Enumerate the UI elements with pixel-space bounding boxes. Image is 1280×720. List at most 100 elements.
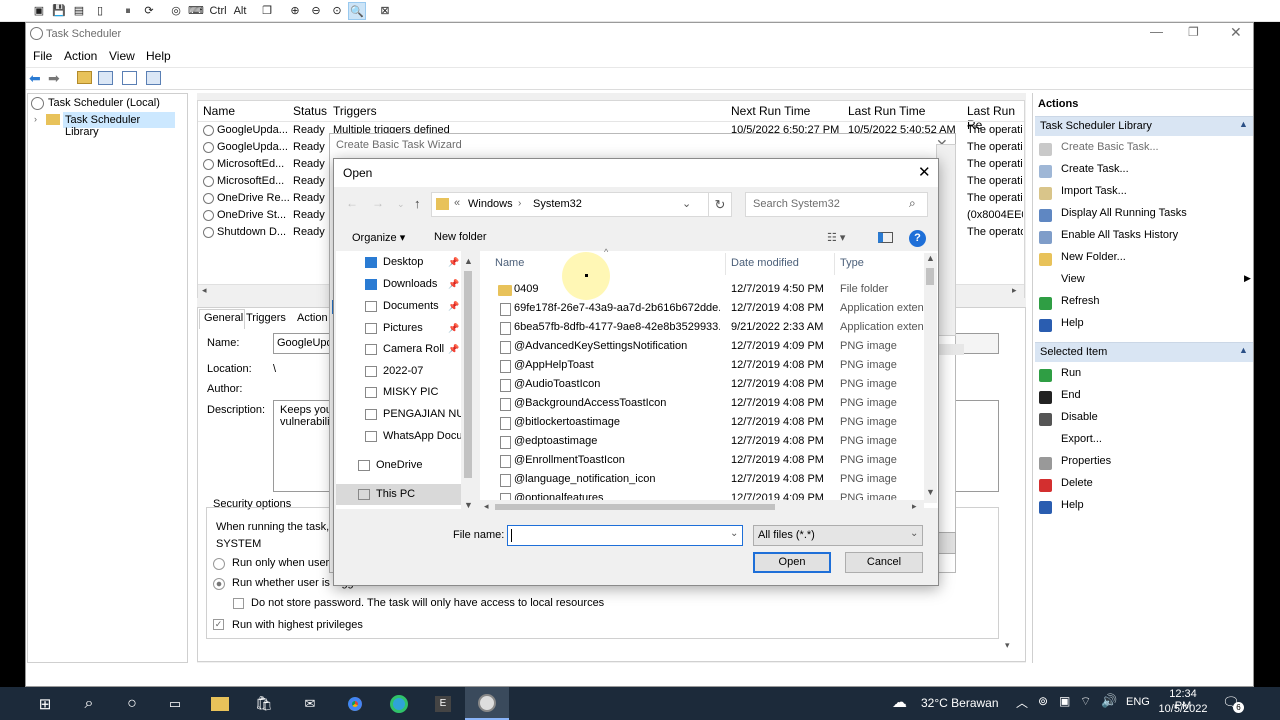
nav-item[interactable]: WhatsApp Docu — [383, 430, 461, 442]
tray-chevron-icon[interactable]: ︿ — [1016, 694, 1028, 711]
refresh-icon[interactable]: ↻ — [708, 192, 732, 217]
back-arrow-icon[interactable]: ⬅ — [29, 70, 41, 87]
pin-icon[interactable]: 📌 — [448, 279, 459, 290]
app-e-icon[interactable]: E — [421, 687, 465, 720]
pin-icon[interactable]: 📌 — [448, 301, 459, 312]
file-row[interactable]: @AppHelpToast 12/7/2019 4:08 PM PNG image — [480, 356, 920, 375]
nav-item[interactable]: MISKY PIC — [383, 386, 461, 398]
copy-icon[interactable]: ❐ — [258, 2, 276, 20]
start-windows-icon[interactable]: ⊞ — [23, 687, 67, 720]
file-row[interactable]: @bitlockertoastimage 12/7/2019 4:08 PM PNG… — [480, 413, 920, 432]
nav-item[interactable]: This PC — [376, 488, 454, 500]
tree-library[interactable]: Task Scheduler Library — [63, 112, 175, 138]
ctrl-key-button[interactable]: Ctrl — [207, 2, 229, 20]
help-icon[interactable]: ? — [909, 230, 926, 247]
organize-button[interactable]: Organize ▾ — [352, 231, 405, 244]
nav-item[interactable]: OneDrive — [376, 459, 454, 471]
radio-run-whether[interactable] — [213, 578, 225, 590]
action-item[interactable]: New Folder... — [1061, 251, 1126, 263]
mail-icon[interactable]: ✉ — [288, 687, 332, 720]
tab-triggers[interactable]: Triggers — [246, 312, 286, 324]
pin-icon[interactable]: 📌 — [448, 344, 459, 355]
search-box[interactable]: Search System32 ⌕ — [745, 192, 928, 217]
col-name[interactable]: Name — [203, 104, 235, 118]
checkbox-highest[interactable]: ✓ — [213, 619, 224, 630]
close-button[interactable]: ✕ — [1230, 24, 1242, 41]
file-row[interactable]: @edptoastimage 12/7/2019 4:08 PM PNG image — [480, 432, 920, 451]
action-item[interactable]: Display All Running Tasks — [1061, 207, 1187, 219]
action-item[interactable]: View — [1061, 273, 1085, 285]
nav-scrollbar[interactable]: ▲ ▼ — [462, 256, 475, 510]
action-pane-icon[interactable] — [146, 71, 161, 85]
col-status[interactable]: Status — [293, 104, 327, 118]
cortana-icon[interactable]: ○ — [110, 687, 154, 720]
file-type-select[interactable]: All files (*.*) ⌄ — [753, 525, 923, 546]
nav-item[interactable]: PENGAJIAN NU — [383, 408, 461, 420]
zoom-tool-icon[interactable]: 🔍 — [348, 2, 366, 20]
refresh-icon[interactable]: ⟳ — [140, 2, 158, 20]
details-scroll-down[interactable]: ▾ — [1005, 640, 1019, 654]
collapse-icon[interactable]: ▲ — [1239, 345, 1248, 355]
menu-help[interactable]: Help — [146, 49, 171, 63]
address-dropdown-icon[interactable]: ⌄ — [682, 197, 691, 210]
action-item[interactable]: Import Task... — [1061, 185, 1127, 197]
new-icon[interactable]: ▣ — [30, 2, 48, 20]
forward-arrow-icon[interactable]: ➡ — [48, 70, 60, 87]
pause-icon[interactable]: ⏸ — [119, 2, 137, 20]
action-item[interactable]: Create Task... — [1061, 163, 1129, 175]
collapse-icon[interactable]: ▲ — [1239, 119, 1248, 129]
file-row[interactable]: @BackgroundAccessToastIcon 12/7/2019 4:08… — [480, 394, 920, 413]
nav-item[interactable]: 2022-07 — [383, 365, 461, 377]
wifi-icon[interactable]: ⌔ — [1080, 694, 1091, 709]
file-row[interactable]: @EnrollmentToastIcon 12/7/2019 4:08 PM PNG… — [480, 451, 920, 470]
menu-view[interactable]: View — [109, 49, 135, 63]
view-options-icon[interactable]: ☷ ▾ — [827, 231, 845, 244]
task-scheduler-taskbar-icon[interactable] — [465, 687, 509, 720]
task-view-icon[interactable]: ▭ — [153, 687, 197, 720]
radio-run-only[interactable] — [213, 558, 225, 570]
pin-icon[interactable]: 📌 — [448, 323, 459, 334]
action-item[interactable]: Help — [1061, 499, 1084, 511]
folder-up-icon[interactable] — [77, 71, 92, 84]
store-icon[interactable]: 🛍 — [242, 687, 286, 720]
clock-date[interactable]: 10/5/2022 — [1157, 703, 1209, 715]
action-item[interactable]: Disable — [1061, 411, 1098, 423]
tree-root[interactable]: Task Scheduler (Local) — [48, 97, 160, 109]
action-item[interactable]: Refresh — [1061, 295, 1100, 307]
maximize-button[interactable]: ❐ — [1188, 25, 1199, 39]
col-type[interactable]: Type — [840, 257, 864, 269]
settings-icon[interactable]: ▤ — [70, 2, 88, 20]
action-item[interactable]: End — [1061, 389, 1081, 401]
preview-pane-icon[interactable] — [878, 232, 893, 243]
action-item[interactable]: Properties — [1061, 455, 1111, 467]
actions-group-library[interactable]: Task Scheduler Library ▲ — [1035, 116, 1253, 136]
file-row[interactable]: @AdvancedKeySettingsNotification 12/7/201… — [480, 337, 920, 356]
edge-icon[interactable] — [377, 687, 421, 720]
address-bar[interactable]: « Windows › System32 ⌄ — [431, 192, 732, 217]
document-icon[interactable]: ▯ — [91, 2, 109, 20]
weather-text[interactable]: 32°C Berawan — [921, 696, 999, 710]
search-icon[interactable]: ⌕ — [67, 687, 111, 720]
crumb-system32[interactable]: System32 — [533, 198, 582, 210]
zoom-out-icon[interactable]: ⊖ — [307, 2, 325, 20]
col-date-modified[interactable]: Date modified — [731, 257, 799, 269]
description-field[interactable]: Keeps you vulnerabili — [273, 400, 331, 492]
file-row[interactable]: @AudioToastIcon 12/7/2019 4:08 PM PNG imag… — [480, 375, 920, 394]
open-button[interactable]: Open — [753, 552, 831, 573]
filename-input[interactable]: ⌄ — [507, 525, 743, 546]
zoom-in-icon[interactable]: ⊕ — [286, 2, 304, 20]
col-file-name[interactable]: Name — [495, 257, 524, 269]
action-item[interactable]: Delete — [1061, 477, 1093, 489]
tab-actions[interactable]: Action — [297, 312, 328, 324]
action-item[interactable]: Export... — [1061, 433, 1102, 445]
tray-app-icon[interactable]: ⊚ — [1038, 694, 1048, 708]
glasses-icon[interactable]: ◎ — [167, 2, 185, 20]
menu-file[interactable]: File — [33, 49, 52, 63]
checkbox-no-store[interactable] — [233, 598, 244, 609]
fullscreen-icon[interactable]: ⊠ — [376, 2, 394, 20]
actions-group-selected[interactable]: Selected Item ▲ — [1035, 342, 1253, 362]
action-item[interactable]: Run — [1061, 367, 1081, 379]
col-next-run[interactable]: Next Run Time — [731, 104, 810, 118]
recent-chevron-icon[interactable]: ⌄ — [397, 199, 405, 210]
file-row[interactable]: 69fe178f-26e7-43a9-aa7d-2b616b672dde... 1… — [480, 299, 924, 318]
